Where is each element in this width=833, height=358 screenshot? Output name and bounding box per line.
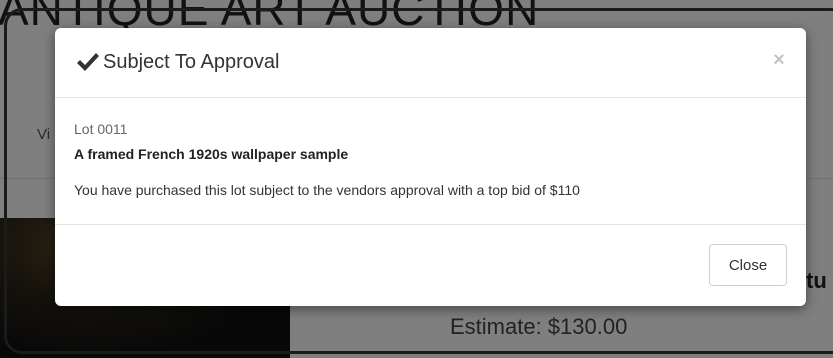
approval-dialog: Subject To Approval × Lot 0011 A framed … — [55, 28, 806, 306]
browser-viewport: ANTIQUE ART AUCTION Vi tu Estimate: $130… — [0, 0, 833, 358]
dialog-title: Subject To Approval — [103, 51, 280, 73]
check-icon — [77, 53, 99, 71]
dialog-header: Subject To Approval × — [55, 28, 806, 98]
close-button[interactable]: Close — [709, 244, 787, 286]
dialog-body: Lot 0011 A framed French 1920s wallpaper… — [55, 98, 806, 225]
close-icon[interactable]: × — [769, 49, 789, 71]
lot-number: Lot 0011 — [74, 121, 128, 137]
approval-message: You have purchased this lot subject to t… — [74, 182, 580, 198]
lot-title: A framed French 1920s wallpaper sample — [74, 146, 349, 162]
